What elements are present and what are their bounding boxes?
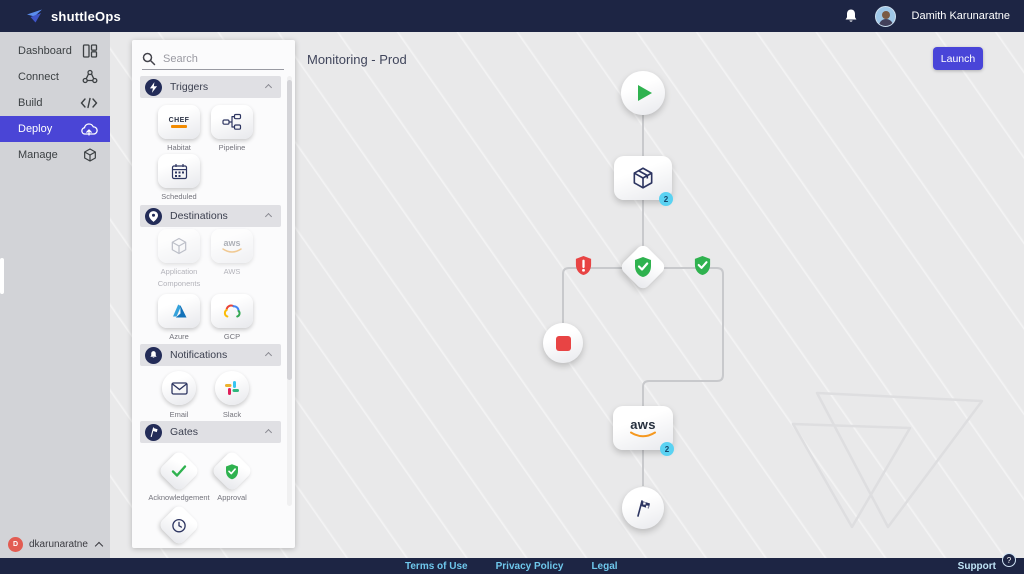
aws-logo: aws bbox=[628, 418, 658, 439]
section-header-triggers[interactable]: Triggers bbox=[140, 76, 281, 98]
palette-item-email[interactable] bbox=[162, 371, 196, 405]
sidebar-item-deploy[interactable]: Deploy bbox=[0, 116, 110, 142]
footer-link-terms[interactable]: Terms of Use bbox=[405, 561, 468, 572]
triggers-lightning-icon bbox=[149, 81, 158, 93]
search-input[interactable] bbox=[163, 52, 273, 65]
palette-item-label: Approval bbox=[217, 493, 247, 502]
user-avatar[interactable] bbox=[874, 5, 896, 27]
search-icon bbox=[142, 52, 156, 65]
sidebar-item-connect[interactable]: Connect bbox=[0, 64, 110, 90]
shield-success-icon bbox=[694, 256, 711, 275]
chevron-up-icon bbox=[264, 351, 273, 359]
sidebar-item-dashboard[interactable]: Dashboard bbox=[0, 38, 110, 64]
chevron-up-icon bbox=[264, 212, 273, 220]
sidebar-item-manage[interactable]: Manage bbox=[0, 142, 110, 168]
chevron-up-icon bbox=[264, 83, 273, 91]
section-header-notifications[interactable]: Notifications bbox=[140, 344, 281, 366]
palette-item-habitat[interactable]: CHEF bbox=[158, 105, 200, 139]
calendar-icon bbox=[171, 163, 187, 179]
avatar-head bbox=[881, 10, 890, 19]
palette-item-label: GCP bbox=[223, 332, 241, 341]
palette-item-label: Slack bbox=[222, 410, 242, 419]
build-icon bbox=[80, 97, 98, 109]
bell-icon[interactable] bbox=[843, 8, 859, 25]
stop-node[interactable] bbox=[543, 323, 583, 363]
manage-icon bbox=[84, 148, 96, 162]
sidebar-user-name: dkarunaratne bbox=[29, 538, 88, 550]
footer-link-legal[interactable]: Legal bbox=[591, 561, 617, 572]
azure-icon bbox=[172, 304, 186, 318]
footer-link-privacy[interactable]: Privacy Policy bbox=[496, 561, 564, 572]
footer-support-link[interactable]: Support bbox=[958, 558, 996, 574]
user-name[interactable]: Damith Karunaratne bbox=[912, 10, 1010, 22]
shield-error-icon bbox=[575, 256, 592, 275]
shuttleops-logo-icon bbox=[27, 9, 42, 23]
finish-flag-icon bbox=[637, 500, 650, 517]
sidebar: Dashboard Connect Build Deploy Manage D … bbox=[0, 32, 110, 558]
section-header-destinations[interactable]: Destinations bbox=[140, 205, 281, 227]
acknowledgement-check-icon bbox=[171, 465, 187, 477]
topbar: shuttleOps Damith Karunaratne bbox=[0, 0, 1024, 32]
palette-item-acknowledgement[interactable] bbox=[157, 449, 201, 493]
notifications-bell-icon bbox=[150, 351, 157, 358]
sidebar-user-menu[interactable]: D dkarunaratne bbox=[0, 534, 110, 554]
palette-item-application-components[interactable] bbox=[158, 229, 200, 263]
connect-icon bbox=[82, 69, 98, 84]
dashboard-icon bbox=[82, 44, 98, 58]
app-root: Monitoring - Prod Launch 2 aws 2 shuttle… bbox=[0, 0, 1024, 574]
sidebar-item-build[interactable]: Build bbox=[0, 90, 110, 116]
palette-item-timed-gate[interactable] bbox=[157, 503, 201, 547]
logo: shuttleOps bbox=[26, 8, 121, 24]
shield-check-icon bbox=[635, 257, 651, 277]
stop-icon bbox=[555, 335, 571, 351]
deploy-icon bbox=[81, 123, 98, 136]
gates-flag-icon bbox=[150, 427, 158, 437]
palette-scrollbar[interactable] bbox=[287, 76, 292, 506]
palette-item-label: Scheduled bbox=[161, 192, 197, 201]
package-badge: 2 bbox=[659, 192, 673, 206]
play-icon bbox=[638, 85, 652, 101]
timed-gate-clock-icon bbox=[172, 518, 186, 532]
habitat-chef-icon: CHEF bbox=[169, 117, 190, 128]
user-initial-avatar: D bbox=[8, 536, 23, 552]
palette-item-approval[interactable] bbox=[210, 449, 254, 493]
destinations-pin-icon bbox=[149, 210, 158, 222]
section-header-gates[interactable]: Gates bbox=[140, 421, 281, 443]
avatar-body bbox=[878, 18, 893, 26]
help-icon[interactable]: ? bbox=[1002, 553, 1016, 567]
palette-item-azure[interactable] bbox=[158, 294, 200, 328]
palette-item-pipeline[interactable] bbox=[211, 105, 253, 139]
gcp-icon bbox=[223, 304, 241, 318]
search-row bbox=[142, 48, 284, 70]
palette-scrollbar-thumb[interactable] bbox=[287, 80, 292, 380]
pipeline-icon bbox=[222, 113, 242, 130]
chevron-up-icon bbox=[94, 541, 104, 550]
palette-item-label: Pipeline bbox=[218, 143, 246, 152]
palette-item-slack[interactable] bbox=[215, 371, 249, 405]
palette-item-label: AWS bbox=[223, 267, 241, 276]
palette-item-scheduled[interactable] bbox=[158, 154, 200, 188]
slack-icon bbox=[225, 381, 239, 395]
package-icon bbox=[633, 167, 653, 189]
email-icon bbox=[170, 381, 188, 395]
palette-item-aws[interactable]: aws bbox=[211, 229, 253, 263]
finish-node[interactable] bbox=[622, 487, 664, 529]
aws-badge: 2 bbox=[660, 442, 674, 456]
sidebar-scroll-indicator[interactable] bbox=[0, 258, 4, 294]
chevron-up-icon bbox=[264, 428, 273, 436]
start-node[interactable] bbox=[621, 71, 665, 115]
footer-bar: Terms of Use Privacy Policy Legal Suppor… bbox=[0, 553, 1024, 574]
logo-text: shuttleOps bbox=[51, 8, 121, 24]
approval-shield-icon bbox=[226, 463, 238, 479]
aws-icon: aws bbox=[221, 238, 243, 254]
palette-item-gcp[interactable] bbox=[211, 294, 253, 328]
app-components-icon bbox=[171, 237, 187, 255]
component-palette: Triggers CHEF Habitat Pipeline Scheduled… bbox=[132, 40, 295, 548]
